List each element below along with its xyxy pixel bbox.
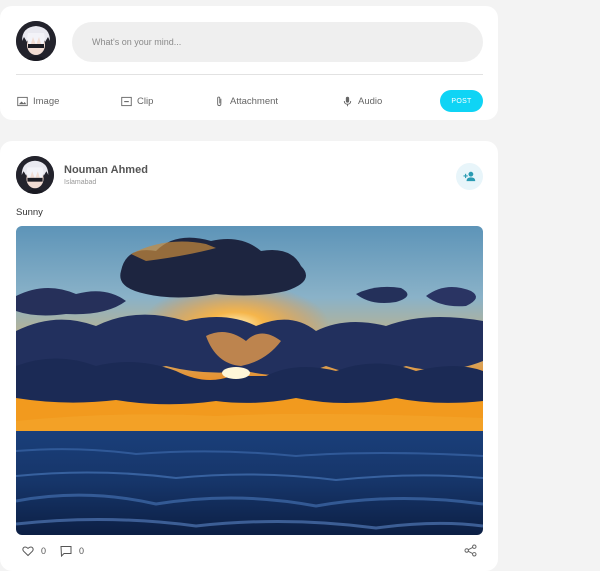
user-avatar[interactable] xyxy=(16,21,56,61)
audio-label: Audio xyxy=(358,95,383,107)
post-image[interactable] xyxy=(16,226,483,535)
add-attachment-button[interactable]: Attachment xyxy=(214,94,278,108)
add-clip-button[interactable]: Clip xyxy=(121,94,153,108)
author-avatar[interactable] xyxy=(16,156,54,194)
composer-divider xyxy=(16,74,483,75)
add-audio-button[interactable]: Audio xyxy=(342,94,382,108)
clip-icon xyxy=(121,96,132,106)
attachment-label: Attachment xyxy=(230,95,279,107)
author-location: Islamabad xyxy=(64,179,97,186)
whats-on-your-mind-input[interactable] xyxy=(72,22,483,62)
comment-count: 0 xyxy=(79,546,85,556)
author-name[interactable]: Nouman Ahmed xyxy=(64,164,148,176)
share-icon[interactable] xyxy=(464,544,477,557)
heart-icon xyxy=(22,546,34,557)
post-button[interactable]: POST xyxy=(440,90,483,112)
add-image-button[interactable]: Image xyxy=(17,94,59,108)
post-card: Nouman Ahmed Islamabad Sunny 0 0 xyxy=(0,141,498,571)
comment-icon xyxy=(60,546,72,557)
post-composer: Image Clip Attachment Audio POST xyxy=(0,6,498,120)
paperclip-icon xyxy=(217,96,222,106)
image-label: Image xyxy=(33,95,60,107)
reactions-bar: 0 0 xyxy=(22,545,98,557)
image-icon xyxy=(17,96,28,106)
post-text: Sunny xyxy=(16,207,43,218)
clip-label: Clip xyxy=(137,95,154,107)
microphone-icon xyxy=(343,96,352,106)
like-count: 0 xyxy=(41,546,47,556)
add-friend-button[interactable] xyxy=(456,163,483,190)
like-button[interactable]: 0 xyxy=(22,545,46,557)
comment-button[interactable]: 0 xyxy=(60,545,84,557)
add-user-icon xyxy=(463,171,476,182)
